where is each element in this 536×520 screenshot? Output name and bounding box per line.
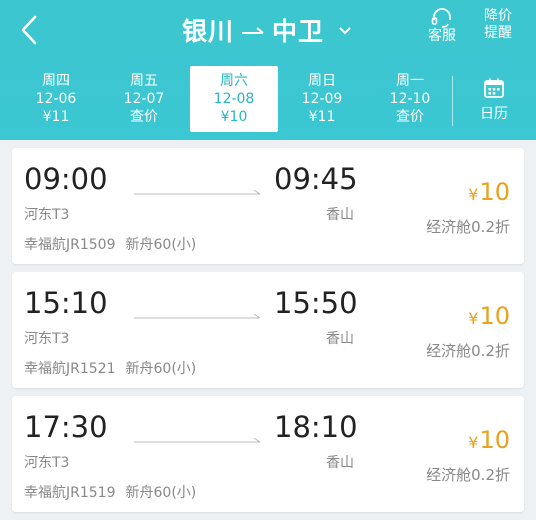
price-alert-label-line2: 提醒	[484, 25, 512, 41]
route-to: 中卫	[272, 17, 325, 46]
aircraft-type: 新舟60(小)	[125, 485, 197, 501]
date-tab-date: 12-08	[213, 91, 255, 107]
route-title[interactable]: 银川 中卫	[182, 10, 352, 50]
customer-service-label: 客服	[428, 28, 456, 44]
cabin-class: 经济舱0.2折	[426, 466, 510, 484]
calendar-icon	[484, 78, 504, 98]
currency-symbol: ¥	[468, 185, 479, 204]
cabin-class: 经济舱0.2折	[426, 218, 510, 236]
date-tab-selected[interactable]: 周六 12-08 ¥10	[190, 66, 278, 132]
price-value: 10	[479, 426, 510, 454]
date-tab-weekday: 周五	[130, 73, 158, 89]
departure-time: 09:00	[24, 162, 108, 196]
date-tab-price: 查价	[396, 109, 424, 125]
flight-arrow-icon	[134, 313, 261, 319]
flight-number: 幸福航JR1521	[24, 361, 116, 377]
price-value: 10	[479, 178, 510, 206]
date-tab-weekday: 周日	[308, 73, 336, 89]
chevron-left-icon	[21, 15, 37, 45]
date-tab-date: 12-06	[35, 91, 77, 107]
header-bar: 银川 中卫 客服 降价 提醒 周四 12-06 ¥11 周五 12-07 查价	[0, 0, 536, 140]
route-arrow-icon	[242, 27, 264, 34]
date-tab-date: 12-07	[123, 91, 165, 107]
flight-card[interactable]: 15:10 15:50 河东T3 香山 幸福航JR1521 新舟60(小) ¥10…	[12, 272, 524, 388]
flight-info: 幸福航JR1509 新舟60(小)	[24, 234, 196, 254]
arrival-time: 15:50	[274, 286, 358, 320]
price-alert-button[interactable]: 降价 提醒	[484, 8, 512, 42]
departure-airport: 河东T3	[24, 331, 70, 347]
flight-arrow-icon	[134, 189, 261, 195]
date-tab-weekday: 周六	[220, 73, 248, 89]
date-tab-weekday: 周一	[396, 73, 424, 89]
date-tab[interactable]: 周日 12-09 ¥11	[278, 66, 366, 132]
customer-service-button[interactable]: 客服	[428, 8, 456, 45]
aircraft-type: 新舟60(小)	[125, 361, 197, 377]
headset-icon	[431, 8, 451, 28]
price-alert-label-line1: 降价	[484, 8, 512, 24]
date-tab[interactable]: 周一 12-10 查价	[366, 66, 454, 132]
back-button[interactable]	[14, 12, 44, 48]
flight-number: 幸福航JR1509	[24, 237, 116, 253]
date-tabs: 周四 12-06 ¥11 周五 12-07 查价 周六 12-08 ¥10 周日…	[0, 66, 536, 132]
date-tab-price: ¥11	[308, 109, 336, 125]
arrival-airport: 香山	[326, 455, 354, 471]
date-tab[interactable]: 周四 12-06 ¥11	[12, 66, 100, 132]
flight-arrow-icon	[134, 437, 261, 443]
flight-price: ¥10	[468, 302, 510, 330]
chevron-down-icon	[339, 27, 351, 35]
date-tab-price: 查价	[130, 109, 158, 125]
date-tab-weekday: 周四	[42, 73, 70, 89]
date-tab-price: ¥10	[220, 109, 248, 125]
arrival-time: 18:10	[274, 410, 358, 444]
date-tab[interactable]: 周五 12-07 查价	[100, 66, 188, 132]
flight-price: ¥10	[468, 178, 510, 206]
flight-card[interactable]: 17:30 18:10 河东T3 香山 幸福航JR1519 新舟60(小) ¥10…	[12, 396, 524, 512]
price-value: 10	[479, 302, 510, 330]
route-from: 银川	[182, 17, 235, 46]
flight-card[interactable]: 09:00 09:45 河东T3 香山 幸福航JR1509 新舟60(小) ¥10…	[12, 148, 524, 264]
departure-time: 15:10	[24, 286, 108, 320]
cabin-class: 经济舱0.2折	[426, 342, 510, 360]
currency-symbol: ¥	[468, 309, 479, 328]
calendar-label: 日历	[480, 106, 508, 122]
departure-airport: 河东T3	[24, 207, 70, 223]
flight-info: 幸福航JR1519 新舟60(小)	[24, 482, 196, 502]
date-tab-date: 12-09	[301, 91, 343, 107]
arrival-airport: 香山	[326, 207, 354, 223]
arrival-time: 09:45	[274, 162, 358, 196]
arrival-airport: 香山	[326, 331, 354, 347]
departure-time: 17:30	[24, 410, 108, 444]
date-tab-price: ¥11	[42, 109, 70, 125]
calendar-button[interactable]: 日历	[466, 72, 522, 128]
calendar-divider	[452, 76, 453, 126]
aircraft-type: 新舟60(小)	[125, 237, 197, 253]
flight-number: 幸福航JR1519	[24, 485, 116, 501]
flight-info: 幸福航JR1521 新舟60(小)	[24, 358, 196, 378]
date-tab-date: 12-10	[389, 91, 431, 107]
departure-airport: 河东T3	[24, 455, 70, 471]
flight-price: ¥10	[468, 426, 510, 454]
currency-symbol: ¥	[468, 433, 479, 452]
